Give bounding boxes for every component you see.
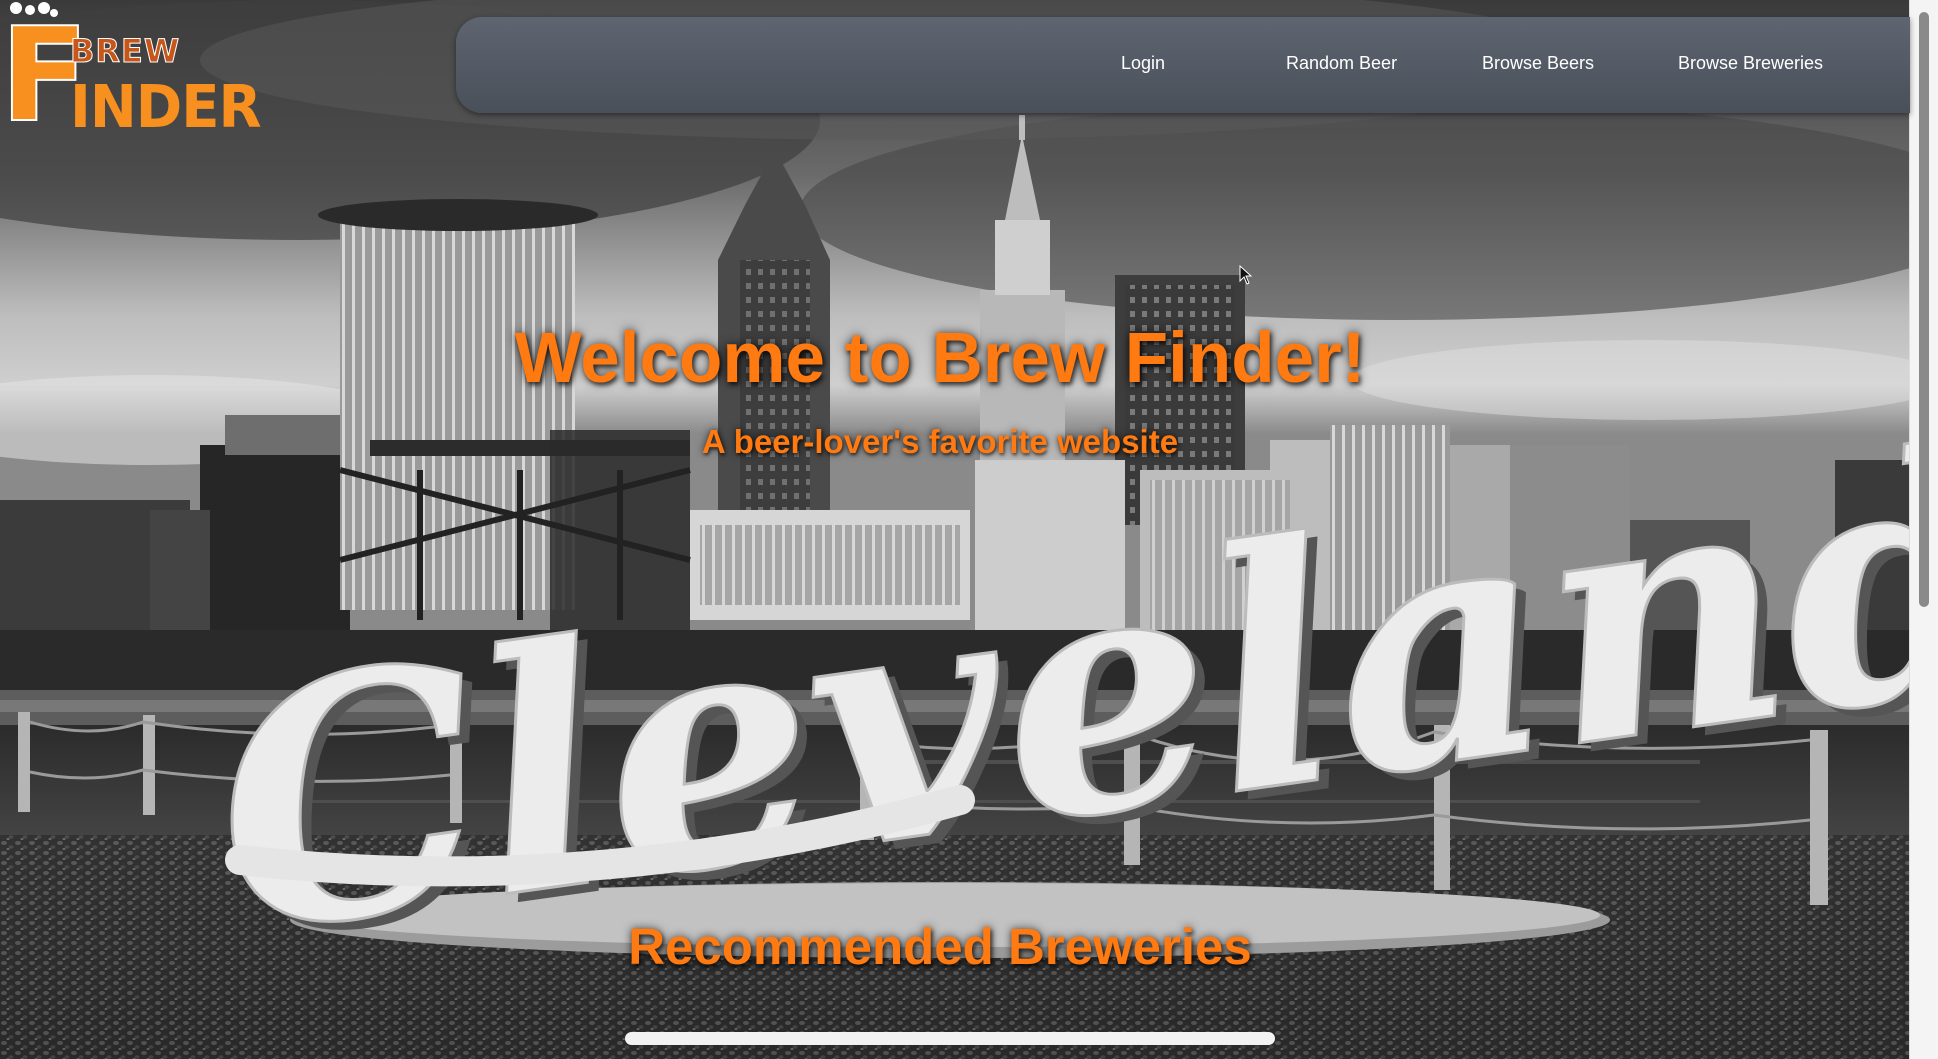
nav-random-beer-link[interactable]: Random Beer — [1286, 53, 1397, 74]
scrollbar-thumb[interactable] — [1919, 12, 1929, 607]
page-subtitle: A beer-lover's favorite website — [701, 423, 1179, 460]
recommended-breweries-heading: Recommended Breweries — [628, 918, 1252, 975]
hero-background: Cleveland Cleveland — [0, 0, 1910, 1059]
logo-word-bottom: INDER — [70, 73, 262, 142]
home-indicator-bar — [625, 1032, 1275, 1045]
nav-browse-breweries-link[interactable]: Browse Breweries — [1678, 53, 1823, 74]
cleveland-skyline-image: Cleveland Cleveland — [0, 0, 1910, 1059]
vertical-scrollbar[interactable] — [1909, 0, 1938, 1059]
page-title: Welcome to Brew Finder! — [514, 319, 1366, 398]
nav-login-link[interactable]: Login — [1121, 53, 1165, 74]
nav-browse-beers-link[interactable]: Browse Beers — [1482, 53, 1594, 74]
logo-word-top: BREW — [69, 32, 181, 71]
top-navbar: Login Random Beer Browse Beers Browse Br… — [456, 17, 1910, 113]
mouse-cursor-icon — [1239, 265, 1253, 285]
brew-finder-logo[interactable]: F BREW INDER — [0, 0, 262, 150]
